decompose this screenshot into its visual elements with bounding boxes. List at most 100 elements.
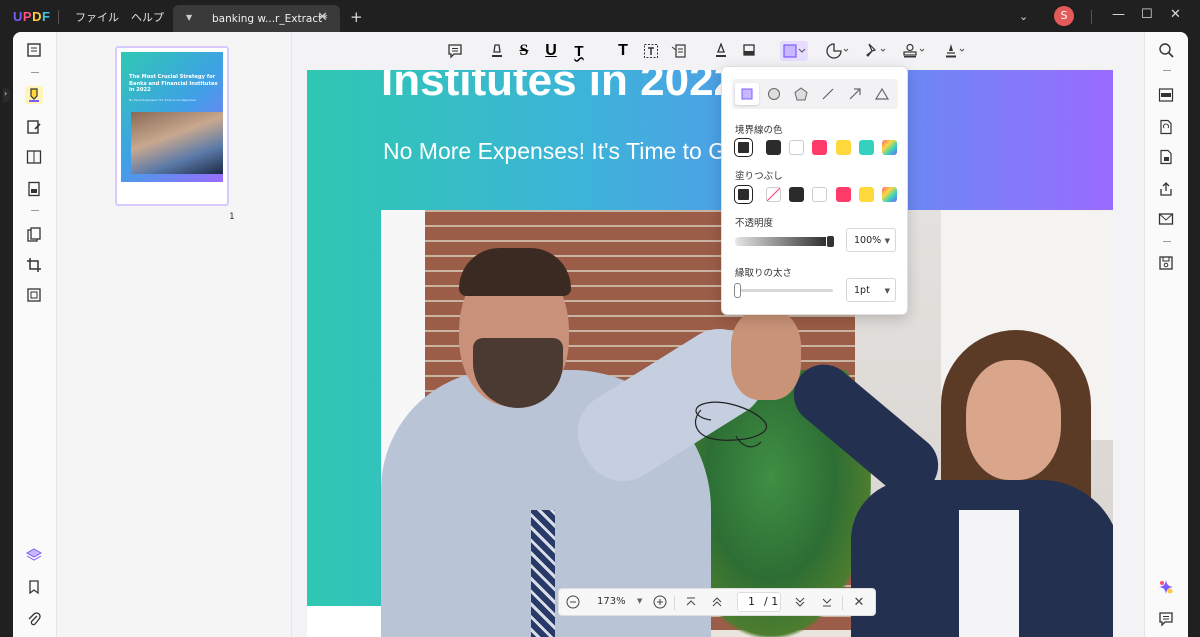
chevron-down-icon[interactable]: ⌄ [1019,10,1028,23]
title-divider [58,10,59,24]
edit-pdf-icon[interactable] [25,118,43,136]
zoom-in-icon[interactable] [652,594,668,610]
border-color-white[interactable] [789,140,804,155]
comments-panel-icon[interactable] [1157,610,1175,628]
opacity-value: 100% [854,235,882,246]
maximize-icon[interactable]: ☐ [1141,7,1153,22]
stroke-width-select[interactable]: 1pt ▼ [846,278,896,302]
eraser-icon[interactable] [739,41,759,61]
fill-none-swatch[interactable] [766,187,781,202]
ellipse-shape-icon[interactable] [762,83,786,105]
tab-dropdown-icon[interactable]: ▼ [186,13,192,22]
zoom-level[interactable]: 173% [597,596,626,607]
pager-divider [842,596,843,610]
reader-icon[interactable] [25,41,43,59]
opacity-slider-track[interactable] [735,237,833,246]
fill-color-black[interactable] [789,187,804,202]
zoom-out-icon[interactable] [565,594,581,610]
highlight-icon[interactable] [487,41,507,61]
ocr-icon[interactable] [1157,86,1175,104]
previous-page-icon[interactable] [709,594,725,610]
border-color-picker[interactable] [882,140,897,155]
textbox-icon[interactable] [641,41,661,61]
rail-divider [1163,70,1171,71]
border-color-yellow[interactable] [836,140,851,155]
squiggly-icon[interactable]: T [569,41,589,61]
last-page-icon[interactable] [819,594,835,610]
new-tab-icon[interactable]: + [350,8,363,26]
menu-file[interactable]: ファイル [75,9,119,25]
page-thumbnail[interactable]: The Most Crucial Strategy for Banks and … [115,46,229,206]
title-bar: UPDF ファイル ヘルプ ▼ banking w...r_Extract* ✕… [0,0,1200,34]
signature-icon[interactable] [941,41,969,61]
sticker-icon[interactable] [824,41,852,61]
crop-icon[interactable] [25,256,43,274]
fill-color-picker[interactable] [882,187,897,202]
pencil-icon[interactable] [711,41,731,61]
border-color-current[interactable] [734,138,753,157]
logo-letter-f: F [41,9,51,24]
collapse-sidebar-handle[interactable]: › [3,88,10,102]
opacity-slider-handle[interactable] [826,235,835,248]
line-shape-icon[interactable] [816,83,840,105]
page-layout-icon[interactable] [25,148,43,166]
next-page-icon[interactable] [792,594,808,610]
close-tab-icon[interactable]: ✕ [317,10,328,25]
zoom-dropdown-icon[interactable]: ▼ [637,597,642,605]
pin-icon[interactable] [862,41,890,61]
menu-help[interactable]: ヘルプ [131,9,164,25]
comment-icon[interactable] [445,41,465,61]
convert-pdf-icon[interactable] [1157,118,1175,136]
email-icon[interactable] [1157,210,1175,228]
minimize-icon[interactable]: — [1112,7,1125,22]
underline-icon[interactable]: U [541,41,561,61]
avatar[interactable]: S [1054,6,1074,26]
annotation-toolbar: S U T T [293,32,1144,68]
strikethrough-icon[interactable]: S [514,41,534,61]
main-frame: The Most Crucial Strategy for Banks and … [13,32,1188,637]
close-window-icon[interactable]: ✕ [1170,7,1181,22]
border-color-black[interactable] [766,140,781,155]
stroke-width-slider-track[interactable] [735,289,833,292]
opacity-select[interactable]: 100% ▼ [846,228,896,252]
rectangle-shape-icon[interactable] [735,83,759,105]
border-color-teal[interactable] [859,140,874,155]
save-icon[interactable] [1157,254,1175,272]
logo-letter-p: P [22,9,33,24]
fill-color-red[interactable] [836,187,851,202]
document-tab[interactable]: ▼ banking w...r_Extract* ✕ [173,5,340,34]
fill-color-yellow[interactable] [859,187,874,202]
thumbnail-subtitle: No More Expenses! It's Time to Go Paperl… [129,98,196,102]
triangle-shape-icon[interactable] [870,83,894,105]
polygon-shape-icon[interactable] [789,83,813,105]
rail-divider [1163,241,1171,242]
search-icon[interactable] [1157,41,1175,59]
organize-pages-icon[interactable] [25,226,43,244]
close-pager-icon[interactable]: ✕ [851,594,867,610]
ai-assistant-icon[interactable] [1157,578,1175,596]
updf-logo: UPDF [13,9,50,24]
first-page-icon[interactable] [683,594,699,610]
convert-icon[interactable] [25,286,43,304]
stroke-width-slider-handle[interactable] [734,283,741,298]
thumbnail-cover: The Most Crucial Strategy for Banks and … [121,52,223,182]
photo-woman-shirt [959,510,1019,637]
bookmark-icon[interactable] [25,578,43,596]
shape-tool-button[interactable] [780,41,808,61]
pager-divider [674,596,675,610]
fill-color-current[interactable] [734,185,753,204]
attachment-icon[interactable] [25,610,43,628]
text-icon[interactable]: T [613,41,633,61]
fill-color-white[interactable] [812,187,827,202]
form-icon[interactable] [25,180,43,198]
share-icon[interactable] [1157,180,1175,198]
comment-highlighter-icon[interactable] [25,86,43,104]
freehand-annotation[interactable] [681,390,781,450]
stamp-icon[interactable] [900,41,928,61]
protect-icon[interactable] [1157,148,1175,166]
layers-icon[interactable] [25,546,43,564]
arrow-shape-icon[interactable] [843,83,867,105]
page-heading: Institutes in 2022 [381,70,739,105]
text-callout-icon[interactable] [669,41,689,61]
border-color-red[interactable] [812,140,827,155]
